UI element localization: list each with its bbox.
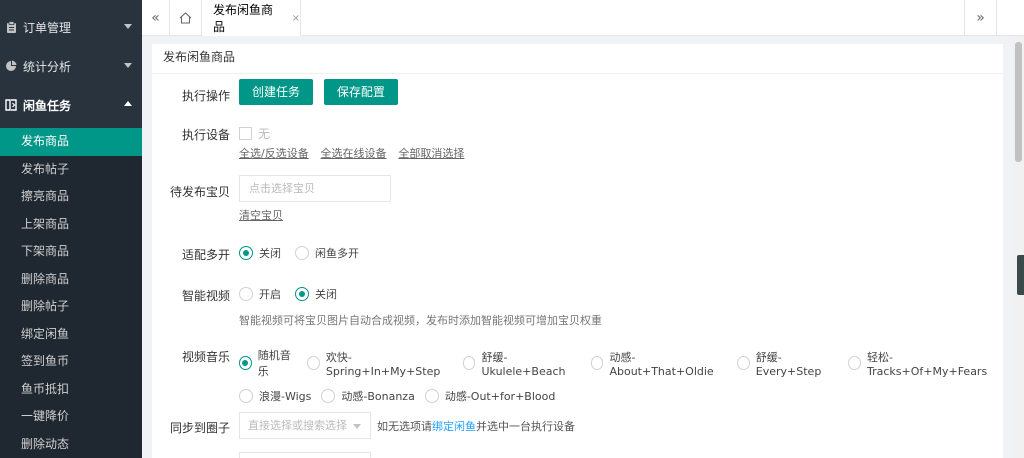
music-ukulele-radio[interactable]: 舒缓-Ukulele+Beach — [462, 347, 581, 379]
menu-group-xianyu-tasks[interactable]: 闲鱼任务 — [0, 86, 142, 124]
circle-label: 同步到圈子 — [169, 421, 230, 435]
side-widget-handle[interactable] — [1017, 255, 1024, 295]
main-panel: 发布闲鱼商品 执行操作 创建任务 保存配置 执行设备 无 全选/反选设备 全选在… — [152, 44, 1003, 458]
circle-select[interactable]: 直接选择或搜索选择 — [239, 412, 371, 439]
music-oldie-radio[interactable]: 动感-About+That+Oldie — [590, 347, 727, 379]
sidebar-item-delete-post[interactable]: 删除帖子 — [0, 293, 142, 321]
video-on-radio[interactable]: 开启 — [239, 286, 281, 302]
double-chevron-left-icon: « — [151, 10, 160, 26]
chevron-down-icon — [124, 24, 132, 29]
sidebar-item-delete-goods[interactable]: 删除商品 — [0, 266, 142, 294]
music-wigs-radio[interactable]: 浪漫-Wigs — [239, 388, 311, 404]
xianyu-submenu: 发布商品 发布帖子 擦亮商品 上架商品 下架商品 删除商品 删除帖子 绑定闲鱼 … — [0, 128, 142, 458]
exec-label: 执行操作 — [181, 89, 230, 103]
panel-title: 发布闲鱼商品 — [152, 44, 1003, 74]
close-icon[interactable]: × — [292, 13, 300, 24]
chevron-down-icon — [353, 424, 361, 429]
sidebar-item-delist-goods[interactable]: 下架商品 — [0, 238, 142, 266]
sidebar-item-polish-goods[interactable]: 擦亮商品 — [0, 183, 142, 211]
tab-publish-xianyu-goods[interactable]: 发布闲鱼商品 × — [203, 0, 301, 36]
music-label: 视频音乐 — [181, 350, 230, 364]
music-every-step-radio[interactable]: 舒缓-Every+Step — [736, 347, 838, 379]
tabs-scroll-right-button[interactable]: » — [964, 0, 996, 36]
sidebar-item-bind-xianyu[interactable]: 绑定闲鱼 — [0, 321, 142, 349]
sidebar-item-delete-feed[interactable]: 删除动态 — [0, 431, 142, 458]
multi-off-radio[interactable]: 关闭 — [239, 245, 281, 261]
tabs-menu-button[interactable] — [996, 0, 1024, 36]
sidebar-item-list-goods[interactable]: 上架商品 — [0, 211, 142, 239]
clear-items-link[interactable]: 清空宝贝 — [239, 209, 283, 222]
toggle-all-devices-link[interactable]: 全选/反选设备 — [239, 147, 309, 160]
pie-chart-icon — [4, 59, 18, 73]
chevron-down-icon — [124, 63, 132, 68]
menu-group-orders[interactable]: 订单管理 — [0, 8, 142, 46]
tab-home[interactable] — [170, 0, 202, 36]
deselect-all-devices-link[interactable]: 全部取消选择 — [398, 147, 464, 160]
sidebar-item-publish-post[interactable]: 发布帖子 — [0, 156, 142, 184]
music-bonanza-radio[interactable]: 动感-Bonanza — [321, 388, 415, 404]
scrollbar-thumb[interactable] — [1015, 42, 1022, 162]
items-label: 待发布宝贝 — [169, 185, 230, 199]
create-task-button[interactable]: 创建任务 — [239, 79, 314, 105]
music-fears-radio[interactable]: 轻松-Tracks+Of+My+Fears — [848, 347, 999, 379]
home-icon — [179, 12, 192, 24]
menu-group-label: 订单管理 — [23, 20, 72, 35]
bind-xianyu-link[interactable]: 绑定闲鱼 — [432, 420, 476, 433]
music-random-radio[interactable]: 随机音乐 — [239, 347, 297, 379]
menu-group-stats[interactable]: 统计分析 — [0, 47, 142, 85]
save-config-button[interactable]: 保存配置 — [323, 79, 398, 105]
tab-bar: « 发布闲鱼商品 × » — [142, 0, 1024, 36]
circle-hint: 如无选项请绑定闲鱼并选中一台执行设备 — [377, 419, 575, 433]
sidebar: 订单管理 统计分析 闲鱼任务 发布商品 发布帖子 擦亮商品 上架商品 下架商品 … — [0, 0, 142, 458]
select-items-input[interactable]: 点击选择宝贝 — [239, 175, 391, 202]
multi-label: 适配多开 — [181, 248, 230, 262]
menu-group-label: 闲鱼任务 — [23, 98, 72, 113]
multi-xianyu-radio[interactable]: 闲鱼多开 — [295, 245, 359, 261]
device-none-checkbox[interactable] — [239, 126, 252, 140]
double-chevron-right-icon: » — [976, 10, 985, 26]
sidebar-item-publish-goods[interactable]: 发布商品 — [0, 128, 142, 156]
video-hint: 智能视频可将宝贝图片自动合成视频，发布时添加智能视频可增加宝贝权重 — [239, 314, 602, 327]
next-field-input[interactable] — [239, 452, 371, 458]
chevron-up-icon — [124, 101, 132, 106]
sidebar-item-checkin-coins[interactable]: 签到鱼币 — [0, 348, 142, 376]
music-blood-radio[interactable]: 动感-Out+for+Blood — [424, 388, 555, 404]
menu-group-label: 统计分析 — [23, 59, 72, 74]
sidebar-item-coin-deduct[interactable]: 鱼币抵扣 — [0, 376, 142, 404]
select-online-devices-link[interactable]: 全选在线设备 — [321, 147, 387, 160]
page-scrollbar[interactable] — [1013, 36, 1024, 458]
tabs-scroll-left-button[interactable]: « — [142, 0, 170, 36]
video-label: 智能视频 — [181, 289, 230, 303]
book-icon — [4, 98, 18, 112]
device-label: 执行设备 — [181, 128, 230, 142]
sidebar-item-price-drop[interactable]: 一键降价 — [0, 403, 142, 431]
clipboard-icon — [4, 20, 18, 34]
video-off-radio[interactable]: 关闭 — [295, 286, 337, 302]
music-spring-radio[interactable]: 欢快-Spring+In+My+Step — [307, 347, 453, 379]
tab-label: 发布闲鱼商品 — [213, 3, 274, 34]
device-none-label: 无 — [258, 126, 271, 141]
